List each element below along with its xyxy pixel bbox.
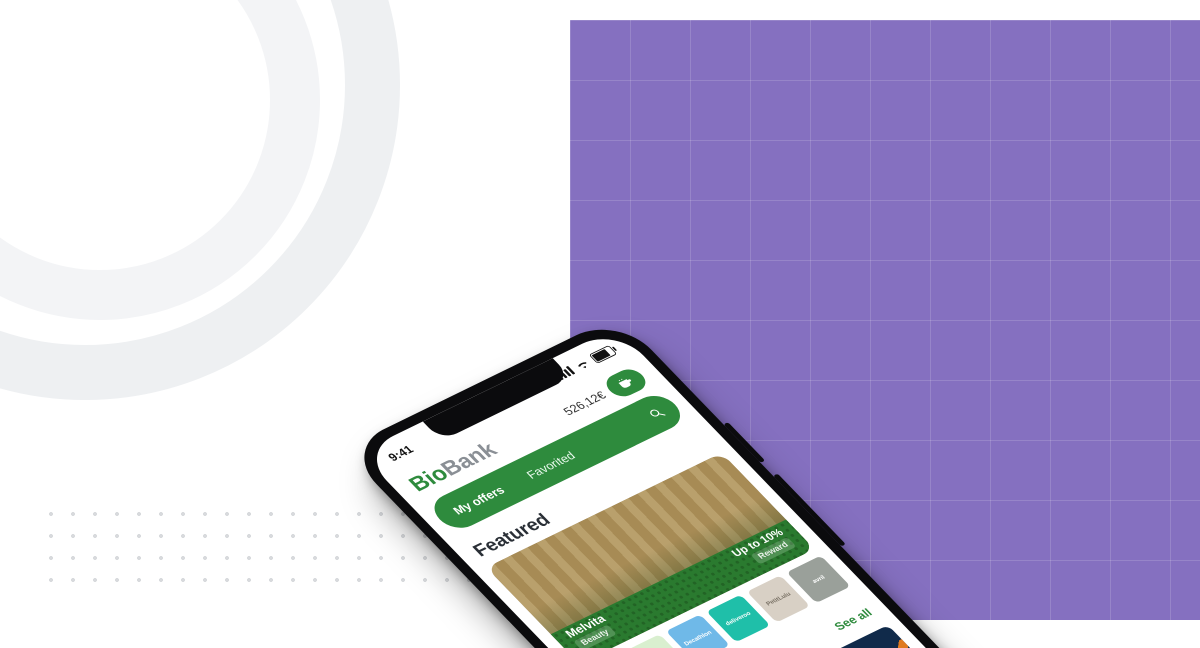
search-icon [646,405,668,421]
wifi-icon [573,358,593,372]
battery-icon [589,345,618,364]
status-time: 9:41 [385,443,416,464]
coffee-icon [614,375,636,391]
brands-see-all[interactable]: See all [831,606,875,633]
search-button[interactable] [637,399,676,427]
